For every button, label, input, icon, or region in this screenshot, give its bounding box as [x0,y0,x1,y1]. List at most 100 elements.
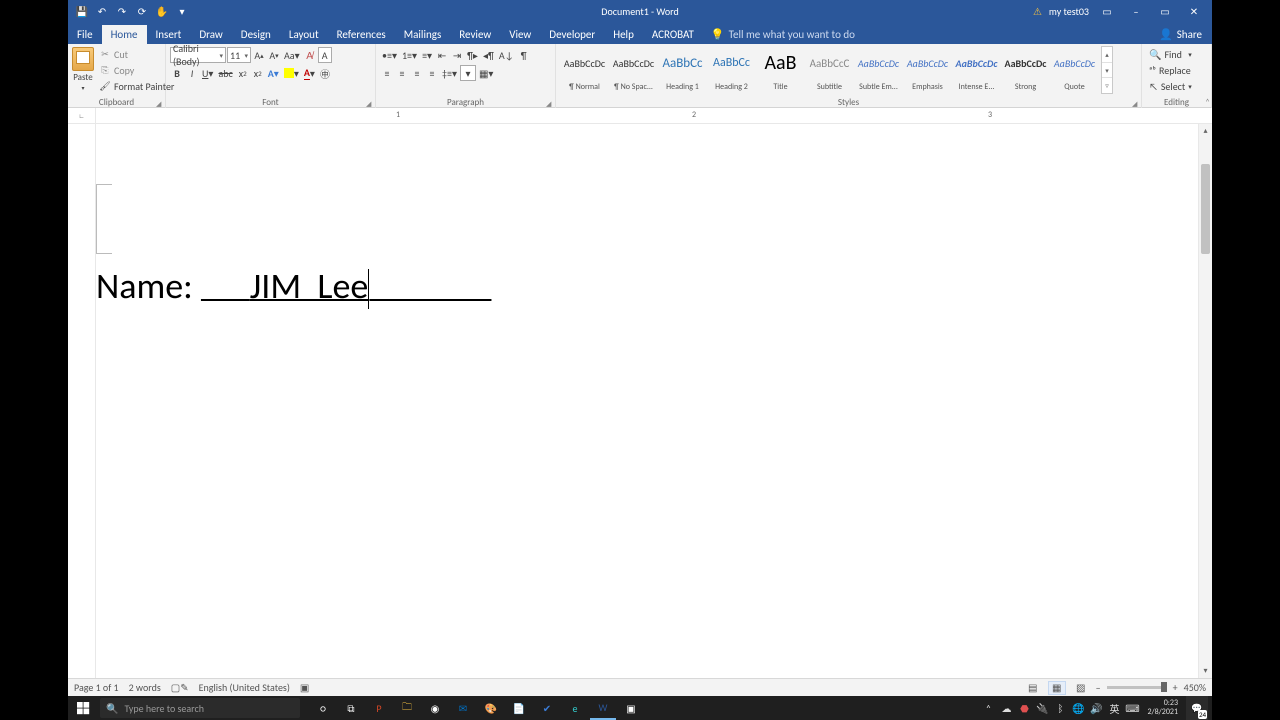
highlight-button[interactable]: ▾ [282,65,301,81]
touch-mode-icon[interactable]: ✋ [155,4,169,18]
tell-me-search[interactable]: 💡 Tell me what you want to do [703,25,863,44]
line-spacing-button[interactable]: ‡≡▾ [440,65,459,81]
paragraph-dialog-launcher[interactable]: ◢ [546,99,554,107]
style-emphasis[interactable]: AaBbCcDcEmphasis [903,47,952,95]
tab-selector[interactable]: ∟ [68,108,96,123]
ribbon-display-options-button[interactable]: ▭ [1096,0,1118,22]
increase-indent-button[interactable]: ⇥ [450,47,464,63]
change-case-button[interactable]: Aa▾ [282,47,302,63]
chevron-down-icon[interactable]: ▾ [217,51,223,60]
tab-review[interactable]: Review [450,25,500,44]
style--normal[interactable]: AaBbCcDc¶ Normal [560,47,609,95]
word-count-status[interactable]: 2 words [129,681,161,694]
chrome-icon[interactable]: ◉ [422,696,448,720]
font-dialog-launcher[interactable]: ◢ [366,99,374,107]
clear-formatting-button[interactable]: A̸ [303,47,317,63]
document-text[interactable]: Name: JIM Lee [96,264,491,309]
zoom-slider[interactable] [1107,686,1167,689]
tray-overflow-icon[interactable]: ˄ [981,701,995,715]
outlook-icon[interactable]: ✉ [450,696,476,720]
bullets-button[interactable]: •≡▾ [380,47,399,63]
strikethrough-button[interactable]: abc [216,65,234,81]
vertical-ruler[interactable] [68,124,96,678]
underline-button[interactable]: U▾ [200,65,215,81]
clipboard-dialog-launcher[interactable]: ◢ [156,99,164,107]
paste-button[interactable]: Paste ▾ [72,46,94,92]
file-explorer-icon[interactable]: 🗀 [394,696,420,720]
ime-indicator[interactable]: 英 [1107,701,1121,715]
style-subtle-em-[interactable]: AaBbCcDcSubtle Em... [854,47,903,95]
align-center-button[interactable]: ≡ [395,65,409,81]
rtl-direction-button[interactable]: ◂¶ [481,47,496,63]
font-name-combo[interactable]: Calibri (Body)▾ [170,47,226,63]
share-button[interactable]: 👤 Share [1149,25,1212,44]
grow-font-button[interactable]: A▴ [252,47,266,63]
tab-help[interactable]: Help [604,25,643,44]
character-border-button[interactable]: A [318,47,332,63]
tab-acrobat[interactable]: ACROBAT [643,25,703,44]
find-button[interactable]: 🔍Find▾ [1146,47,1195,62]
zoom-level[interactable]: 450% [1184,681,1206,694]
start-button[interactable] [68,696,98,720]
screenshot-tool-icon[interactable]: ▣ [618,696,644,720]
ltr-direction-button[interactable]: ¶▸ [465,47,480,63]
cortana-icon[interactable]: ○ [310,696,336,720]
qat-more-icon[interactable]: ▾ [175,4,189,18]
scroll-down-icon[interactable]: ▾ [1199,664,1212,678]
scroll-thumb[interactable] [1201,164,1210,254]
maximize-button[interactable]: ▭ [1154,0,1176,22]
tab-view[interactable]: View [500,25,540,44]
tab-mailings[interactable]: Mailings [395,25,451,44]
style-title[interactable]: AaBTitle [756,47,805,95]
word-icon[interactable]: W [590,696,616,720]
font-size-combo[interactable]: 11▾ [227,47,251,63]
align-right-button[interactable]: ≡ [410,65,424,81]
shading-button[interactable]: ▾ [460,65,476,81]
justify-button[interactable]: ≡ [425,65,439,81]
save-icon[interactable]: 💾 [75,4,89,18]
borders-button[interactable]: ▦▾ [477,65,495,81]
print-layout-button[interactable]: ▦ [1048,681,1066,695]
tab-file[interactable]: File [68,25,102,44]
tab-design[interactable]: Design [232,25,280,44]
shrink-font-button[interactable]: A▾ [267,47,281,63]
macro-status-icon[interactable]: ▣ [300,681,309,694]
close-button[interactable]: ✕ [1183,0,1205,22]
text-effects-button[interactable]: A▾ [266,65,281,81]
sort-button[interactable]: A↓ [497,47,516,63]
web-layout-button[interactable]: ▨ [1072,681,1090,695]
bold-button[interactable]: B [170,65,184,81]
zoom-in-button[interactable]: + [1173,681,1178,694]
warning-icon[interactable]: ⚠ [1033,5,1042,18]
tab-references[interactable]: References [328,25,395,44]
todo-icon[interactable]: ✔ [534,696,560,720]
collapse-ribbon-button[interactable]: ˄ [1205,97,1210,108]
enclose-characters-button[interactable]: ㊥ [318,65,332,81]
spellcheck-status-icon[interactable]: ▢✎ [171,681,189,694]
replace-button[interactable]: ᵃᵇReplace [1146,63,1195,78]
gallery-row-down-icon[interactable]: ▾ [1102,63,1112,79]
minimize-button[interactable]: – [1125,0,1147,22]
read-mode-button[interactable]: ▤ [1024,681,1042,695]
style-intense-e-[interactable]: AaBbCcDcIntense E... [952,47,1001,95]
multilevel-list-button[interactable]: ≡▾ [420,47,434,63]
taskbar-search[interactable]: 🔍 Type here to search [100,698,300,718]
zoom-out-button[interactable]: – [1096,681,1101,694]
numbering-button[interactable]: 1≡▾ [400,47,419,63]
onedrive-icon[interactable]: ☁ [999,701,1013,715]
style-heading-1[interactable]: AaBbCcHeading 1 [658,47,707,95]
document-page[interactable]: Name: JIM Lee [96,124,1198,678]
undo-icon[interactable]: ↶ [95,4,109,18]
bluetooth-icon[interactable]: ᛒ [1053,701,1067,715]
power-icon[interactable]: 🔌 [1035,701,1049,715]
action-center-button[interactable]: 💬 24 [1186,696,1208,720]
powerpoint-icon[interactable]: P [366,696,392,720]
page-number-status[interactable]: Page 1 of 1 [74,681,119,694]
tab-layout[interactable]: Layout [280,25,328,44]
task-view-icon[interactable]: ⧉ [338,696,364,720]
style-strong[interactable]: AaBbCcDcStrong [1001,47,1050,95]
zoom-slider-thumb[interactable] [1161,682,1167,692]
vertical-scrollbar[interactable]: ▴ ▾ [1198,124,1212,678]
select-button[interactable]: ↖Select▾ [1146,79,1195,94]
network-icon[interactable]: 🌐 [1071,701,1085,715]
